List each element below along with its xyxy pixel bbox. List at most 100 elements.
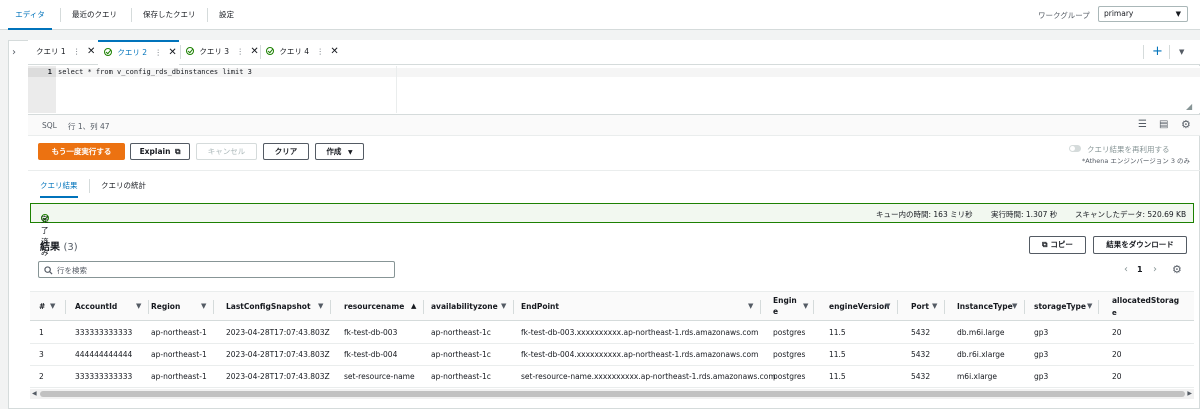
column-header[interactable]: EndPoint ▼ bbox=[521, 292, 766, 322]
table-row[interactable]: 2 333333333333 ap-northeast-1 2023-04-28T17… bbox=[30, 366, 1194, 388]
more-options-icon[interactable]: ⋮ bbox=[73, 47, 81, 56]
scroll-right-icon[interactable]: ▶ bbox=[1187, 390, 1192, 397]
scrollbar-thumb[interactable] bbox=[40, 391, 1185, 397]
tab-query-results[interactable]: クエリ結果 bbox=[40, 180, 78, 198]
section-divider bbox=[28, 170, 1200, 171]
table-cell: 2023-04-28T17:07:43.803Z bbox=[226, 350, 330, 359]
column-header[interactable]: Engine ▼ bbox=[773, 292, 814, 322]
chevron-left-icon[interactable]: ‹ bbox=[1124, 264, 1128, 275]
table-cell: postgres bbox=[773, 372, 806, 381]
resize-handle-icon[interactable]: ◢ bbox=[1186, 102, 1192, 111]
column-header[interactable]: Port ▼ bbox=[911, 292, 951, 322]
workgroup-select[interactable]: primary ▼ bbox=[1098, 6, 1188, 22]
queue-time: キュー内の時間: 163 ミリ秒 bbox=[876, 210, 973, 219]
row-search-input[interactable]: 行を検索 bbox=[38, 261, 395, 278]
horizontal-scrollbar[interactable]: ◀ ▶ bbox=[30, 389, 1194, 399]
column-divider bbox=[760, 300, 761, 314]
query-tab-2[interactable]: クエリ 2 ⋮ ✕ bbox=[98, 40, 179, 65]
tab-recent-queries[interactable]: 最近のクエリ bbox=[72, 0, 117, 30]
table-cell: fk-test-db-003 bbox=[344, 328, 398, 337]
close-icon[interactable]: ✕ bbox=[168, 47, 176, 58]
clear-button[interactable]: クリア bbox=[263, 143, 309, 160]
copy-button[interactable]: ⧉ コピー bbox=[1029, 236, 1086, 254]
table-row[interactable]: 3 444444444444 ap-northeast-1 2023-04-28T17… bbox=[30, 344, 1194, 366]
run-again-button[interactable]: もう一度実行する bbox=[38, 143, 125, 160]
table-cell: ap-northeast-1c bbox=[431, 350, 491, 359]
column-header[interactable]: engineVersion ▼ bbox=[829, 292, 904, 322]
sort-icon: ▼ bbox=[201, 302, 207, 310]
sort-icon: ▼ bbox=[1087, 302, 1093, 310]
keyboard-icon[interactable]: ▤ bbox=[1159, 119, 1168, 130]
chevron-right-icon[interactable]: › bbox=[0, 40, 28, 65]
caret-down-icon[interactable]: ▼ bbox=[1179, 48, 1184, 56]
gear-icon[interactable]: ⚙ bbox=[1181, 118, 1191, 131]
table-cell: ap-northeast-1c bbox=[431, 372, 491, 381]
query-tab-3[interactable]: クエリ 3 ⋮ ✕ bbox=[186, 40, 259, 65]
query-tab-label: クエリ 2 bbox=[117, 48, 148, 57]
more-options-icon[interactable]: ⋮ bbox=[236, 47, 244, 56]
column-header[interactable]: InstanceType ▼ bbox=[957, 292, 1032, 322]
tab-divider bbox=[131, 8, 132, 22]
line-number: 1 bbox=[28, 68, 56, 77]
tab-settings[interactable]: 設定 bbox=[219, 0, 234, 30]
add-query-tab-icon[interactable]: + bbox=[1152, 44, 1163, 59]
column-header[interactable]: resourcename ▲ bbox=[344, 292, 434, 322]
chevron-right-icon[interactable]: › bbox=[1153, 264, 1157, 275]
caret-down-icon: ▼ bbox=[1175, 10, 1181, 18]
column-header[interactable]: # ▼ bbox=[39, 292, 67, 322]
column-header[interactable]: allocatedStorag e bbox=[1112, 292, 1192, 322]
table-cell: gp3 bbox=[1034, 328, 1049, 337]
gear-icon[interactable]: ⚙ bbox=[1172, 263, 1182, 276]
table-cell: fk-test-db-004.xxxxxxxxxx.ap-northeast-1… bbox=[521, 350, 759, 359]
more-options-icon[interactable]: ⋮ bbox=[154, 48, 162, 57]
table-cell: 2023-04-28T17:07:43.803Z bbox=[226, 372, 330, 381]
check-circle-icon bbox=[266, 47, 274, 55]
column-header[interactable]: availabilityzone ▼ bbox=[431, 292, 521, 322]
query-tab-label: クエリ 3 bbox=[199, 47, 230, 56]
column-label: availabilityzone bbox=[431, 302, 498, 311]
more-options-icon[interactable]: ⋮ bbox=[316, 47, 324, 56]
table-cell: 11.5 bbox=[829, 350, 846, 359]
query-tab-1[interactable]: クエリ 1 ⋮ ✕ bbox=[36, 40, 95, 65]
copy-label: コピー bbox=[1050, 240, 1073, 249]
column-divider bbox=[330, 300, 331, 314]
tab-saved-queries[interactable]: 保存したクエリ bbox=[143, 0, 196, 30]
reuse-results-toggle[interactable] bbox=[1069, 145, 1081, 152]
table-cell: set-resource-name.xxxxxxxxxx.ap-northeas… bbox=[521, 372, 776, 381]
column-header[interactable]: AccountId ▼ bbox=[75, 292, 155, 322]
download-results-button[interactable]: 結果をダウンロード bbox=[1093, 236, 1187, 254]
check-circle-icon bbox=[104, 48, 112, 56]
data-scanned: スキャンしたデータ: 520.69 KB bbox=[1075, 210, 1187, 219]
format-icon[interactable]: ☰ bbox=[1138, 119, 1147, 130]
table-cell: 5432 bbox=[911, 372, 931, 381]
external-link-icon: ⧉ bbox=[175, 147, 181, 156]
tab-divider bbox=[1169, 45, 1170, 59]
sql-editor[interactable]: 1 select * from v_config_rds_dbinstances… bbox=[28, 66, 1200, 113]
column-divider bbox=[1024, 300, 1025, 314]
close-icon[interactable]: ✕ bbox=[330, 46, 338, 57]
query-tab-4[interactable]: クエリ 4 ⋮ ✕ bbox=[266, 40, 339, 65]
explain-button[interactable]: Explain ⧉ bbox=[130, 143, 190, 160]
column-header[interactable]: storageType ▼ bbox=[1034, 292, 1104, 322]
sql-code[interactable]: select * from v_config_rds_dbinstances l… bbox=[58, 68, 252, 77]
editor-divider bbox=[396, 66, 397, 113]
scroll-left-icon[interactable]: ◀ bbox=[32, 390, 37, 397]
create-button[interactable]: 作成 ▼ bbox=[315, 143, 364, 160]
tab-editor[interactable]: エディタ bbox=[8, 0, 52, 30]
cancel-button[interactable]: キャンセル bbox=[196, 143, 257, 160]
close-icon[interactable]: ✕ bbox=[87, 46, 95, 57]
table-cell: gp3 bbox=[1034, 350, 1049, 359]
table-cell: 333333333333 bbox=[75, 372, 133, 381]
table-cell: ap-northeast-1 bbox=[151, 372, 207, 381]
tab-query-stats[interactable]: クエリの統計 bbox=[101, 180, 146, 198]
table-cell: ap-northeast-1 bbox=[151, 328, 207, 337]
table-cell: 3 bbox=[39, 350, 44, 359]
column-label: engineVersion bbox=[829, 302, 890, 311]
table-row[interactable]: 1 333333333333 ap-northeast-1 2023-04-28T17… bbox=[30, 322, 1194, 344]
column-header[interactable]: Region ▼ bbox=[151, 292, 231, 322]
close-icon[interactable]: ✕ bbox=[250, 46, 258, 57]
column-header[interactable]: LastConfigSnapshot ▼ bbox=[226, 292, 336, 322]
page-number[interactable]: 1 bbox=[1137, 265, 1143, 274]
sort-icon: ▼ bbox=[748, 302, 754, 310]
tab-divider bbox=[60, 8, 61, 22]
